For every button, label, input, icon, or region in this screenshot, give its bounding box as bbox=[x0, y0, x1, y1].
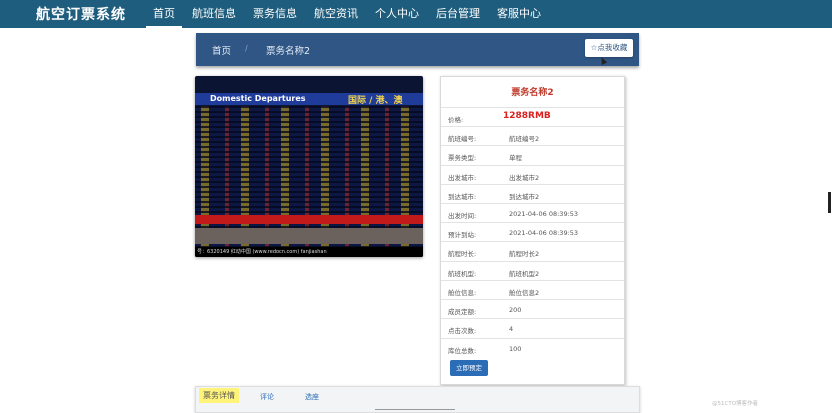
field-value: 航班编号2 bbox=[509, 135, 540, 143]
field-value: 4 bbox=[509, 325, 514, 333]
info-row: 航程时长: 航程时长2 bbox=[441, 241, 624, 261]
field-value: 100 bbox=[509, 345, 522, 353]
nav-item-flights[interactable]: 航班信息 bbox=[185, 0, 243, 28]
field-value: 航班机型2 bbox=[509, 270, 540, 278]
info-row: 点击次数: 4 bbox=[441, 318, 624, 338]
field-label: 出发城市: bbox=[448, 174, 477, 182]
nav-item-admin[interactable]: 后台管理 bbox=[429, 0, 487, 28]
info-row: 出发时间: 2021-04-06 08:39:53 bbox=[441, 203, 624, 223]
tab-ticket-details[interactable]: 票务详情 bbox=[199, 388, 239, 403]
price-row: 价格: 1288RMB bbox=[441, 107, 624, 127]
field-label: 航班编号: bbox=[448, 135, 477, 143]
ticket-image: Domestic Departures 国际 / 港、澳 号：6320149 红… bbox=[195, 76, 423, 257]
nav-item-tickets[interactable]: 票务信息 bbox=[246, 0, 304, 28]
field-value: 舱位信息2 bbox=[509, 289, 540, 297]
nav-item-news[interactable]: 航空资讯 bbox=[307, 0, 365, 28]
field-value: 2021-04-06 08:39:53 bbox=[509, 210, 579, 218]
favorite-button[interactable]: ☆点我收藏 bbox=[585, 39, 633, 57]
price-label: 价格: bbox=[448, 116, 464, 124]
info-row: 航班编号: 航班编号2 bbox=[441, 126, 624, 146]
field-label: 库位总数: bbox=[448, 347, 477, 355]
nav-item-home[interactable]: 首页 bbox=[146, 0, 182, 28]
breadcrumb-current: 票务名称2 bbox=[266, 46, 311, 57]
field-label: 票务类型: bbox=[448, 154, 477, 162]
nav-menu: 首页 航班信息 票务信息 航空资讯 个人中心 后台管理 客服中心 bbox=[146, 0, 551, 28]
field-label: 舱位信息: bbox=[448, 289, 477, 297]
field-label: 点击次数: bbox=[448, 327, 477, 335]
info-row: 出发城市: 出发城市2 bbox=[441, 165, 624, 185]
info-row: 票务类型: 单程 bbox=[441, 145, 624, 165]
book-now-button[interactable]: 立即预定 bbox=[450, 360, 488, 376]
field-value: 到达城市2 bbox=[509, 193, 540, 201]
ticket-info-panel: 票务名称2 价格: 1288RMB 航班编号: 航班编号2 票务类型: 单程 出发城… bbox=[440, 76, 625, 385]
field-value: 出发城市2 bbox=[509, 174, 540, 182]
ticket-title: 票务名称2 bbox=[511, 88, 554, 98]
info-row: 舱位信息: 舱位信息2 bbox=[441, 280, 624, 300]
info-row: 预计到站: 2021-04-06 08:39:53 bbox=[441, 222, 624, 242]
divider bbox=[375, 409, 455, 410]
field-value: 单程 bbox=[509, 154, 522, 162]
top-navbar: 航空订票系统 首页 航班信息 票务信息 航空资讯 个人中心 后台管理 客服中心 bbox=[0, 0, 832, 28]
board-title-right: 国际 / 港、澳 bbox=[348, 96, 403, 106]
field-label: 航程时长: bbox=[448, 250, 477, 258]
price-value: 1288RMB bbox=[503, 111, 551, 121]
info-row: 库位总数: 100 bbox=[441, 338, 624, 358]
info-row: 航班机型: 航班机型2 bbox=[441, 261, 624, 281]
breadcrumb: 首页 / 票务名称2 ☆点我收藏 bbox=[196, 33, 639, 66]
image-caption: 号：6320149 红动中国 (www.redocn.com) fanjiash… bbox=[195, 247, 423, 257]
watermark: @51CTO博客作者 bbox=[712, 401, 759, 407]
field-label: 到达城市: bbox=[448, 193, 477, 201]
field-value: 200 bbox=[509, 306, 522, 314]
tab-comments[interactable]: 评论 bbox=[260, 392, 274, 402]
scrollbar-thumb[interactable] bbox=[828, 192, 831, 213]
breadcrumb-home[interactable]: 首页 bbox=[212, 43, 231, 57]
field-label: 预计到站: bbox=[448, 231, 477, 239]
nav-item-service[interactable]: 客服中心 bbox=[490, 0, 548, 28]
field-label: 成员定额: bbox=[448, 308, 477, 316]
field-value: 2021-04-06 08:39:53 bbox=[509, 229, 579, 237]
brand-title: 航空订票系统 bbox=[36, 7, 126, 23]
info-row: 成员定额: 200 bbox=[441, 299, 624, 319]
tab-seat-selection[interactable]: 选座 bbox=[305, 392, 319, 402]
breadcrumb-separator: / bbox=[245, 44, 248, 53]
nav-item-profile[interactable]: 个人中心 bbox=[368, 0, 426, 28]
board-title-left: Domestic Departures bbox=[210, 94, 306, 103]
field-label: 出发时间: bbox=[448, 212, 477, 220]
field-value: 航程时长2 bbox=[509, 250, 540, 258]
info-row: 到达城市: 到达城市2 bbox=[441, 184, 624, 204]
field-label: 航班机型: bbox=[448, 270, 477, 278]
